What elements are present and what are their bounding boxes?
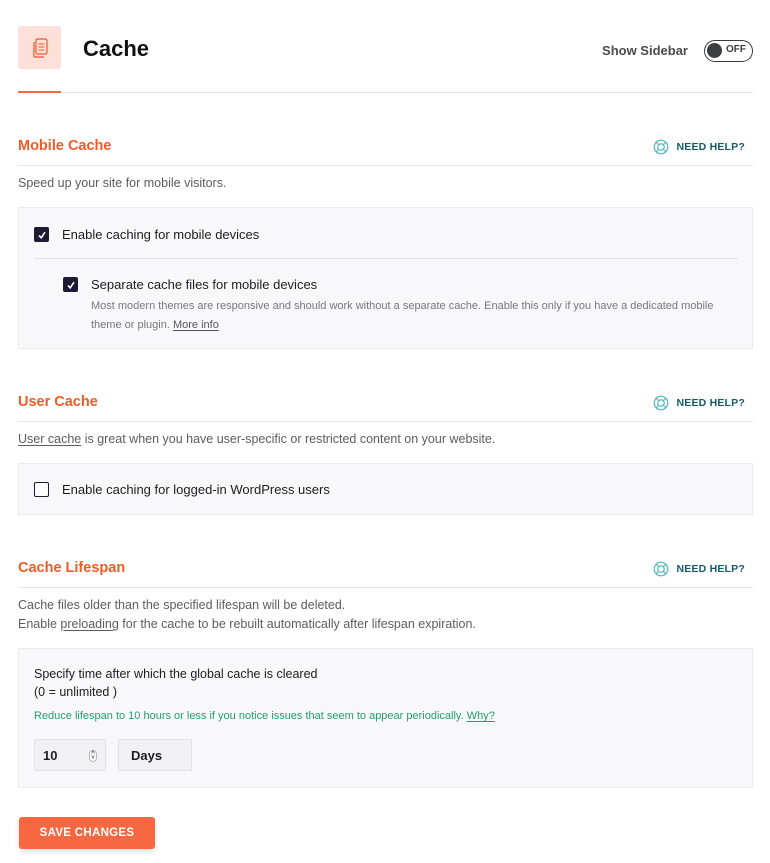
separate-cache-option[interactable]: Separate cache files for mobile devices [63, 277, 317, 292]
need-help-label: NEED HELP? [676, 563, 745, 575]
hint-text: Reduce lifespan to 10 hours or less if y… [34, 710, 464, 722]
input-value: 10 [43, 747, 58, 763]
separate-cache-description: Most modern themes are responsive and sh… [91, 297, 731, 335]
mobile-cache-panel: Enable caching for mobile devices Separa… [18, 207, 753, 349]
logged-in-caching-checkbox[interactable] [34, 482, 49, 497]
lifespan-field-label: Specify time after which the global cach… [34, 665, 317, 701]
show-sidebar-toggle[interactable]: OFF [704, 40, 753, 62]
description-text: is great when you have user-specific or … [81, 432, 496, 446]
why-link[interactable]: Why? [467, 710, 495, 722]
cache-page-icon [18, 26, 61, 69]
cache-lifespan-panel: Specify time after which the global cach… [18, 648, 753, 788]
cache-lifespan-description: Cache files older than the specified lif… [18, 596, 476, 634]
cache-lifespan-header: Cache Lifespan NEED HELP? [18, 560, 753, 588]
page-title: Cache [83, 36, 150, 61]
field-note-text: (0 = unlimited ) [34, 685, 118, 699]
description-line-2: Enable preloading for the cache to be re… [18, 615, 476, 634]
page-header: Cache Show Sidebar OFF [18, 26, 753, 93]
checkbox-label: Separate cache files for mobile devices [91, 277, 318, 292]
need-help-link[interactable]: NEED HELP? [653, 561, 745, 577]
need-help-label: NEED HELP? [676, 397, 745, 409]
divider [34, 258, 738, 259]
description-text: Enable [18, 617, 61, 631]
need-help-link[interactable]: NEED HELP? [653, 139, 745, 155]
logged-in-caching-option[interactable]: Enable caching for logged-in WordPress u… [34, 482, 330, 497]
mobile-caching-checkbox[interactable] [34, 227, 49, 242]
user-cache-header: User Cache NEED HELP? [18, 394, 753, 422]
toggle-knob [707, 43, 722, 58]
section-title: Cache Lifespan [18, 560, 126, 576]
user-cache-panel: Enable caching for logged-in WordPress u… [18, 463, 753, 515]
number-spinner-icon[interactable]: ˄ ˅ [89, 750, 97, 762]
toggle-state-text: OFF [726, 44, 746, 55]
field-label-text: Specify time after which the global cach… [34, 667, 318, 681]
lifebuoy-icon [654, 139, 669, 155]
checkbox-label: Enable caching for mobile devices [62, 227, 260, 242]
preloading-link[interactable]: preloading [60, 617, 118, 631]
lifebuoy-icon [654, 561, 669, 577]
checkmark-icon [37, 231, 46, 239]
need-help-label: NEED HELP? [676, 141, 745, 153]
document-copy-icon [32, 37, 48, 58]
save-changes-button[interactable]: SAVE CHANGES [19, 817, 155, 849]
checkbox-label: Enable caching for logged-in WordPress u… [62, 482, 330, 497]
lifebuoy-icon [654, 395, 669, 411]
description-line-1: Cache files older than the specified lif… [18, 598, 346, 612]
separate-cache-checkbox[interactable] [63, 277, 78, 292]
section-title: User Cache [18, 394, 98, 410]
show-sidebar-label: Show Sidebar [602, 43, 688, 58]
user-cache-description: User cache is great when you have user-s… [18, 430, 495, 449]
mobile-caching-option[interactable]: Enable caching for mobile devices [34, 227, 259, 242]
lifespan-hint: Reduce lifespan to 10 hours or less if y… [34, 710, 495, 722]
need-help-link[interactable]: NEED HELP? [653, 395, 745, 411]
more-info-link[interactable]: More info [173, 319, 219, 331]
mobile-cache-description: Speed up your site for mobile visitors. [18, 176, 227, 190]
lifespan-unit-select[interactable]: Days [118, 739, 192, 771]
mobile-cache-header: Mobile Cache NEED HELP? [18, 138, 753, 166]
lifespan-value-input[interactable]: 10 ˄ ˅ [34, 739, 106, 771]
checkmark-icon [66, 281, 75, 289]
user-cache-link[interactable]: User cache [18, 432, 81, 446]
description-text: for the cache to be rebuilt automaticall… [118, 617, 476, 631]
section-title: Mobile Cache [18, 138, 112, 154]
active-tab-underline [18, 91, 61, 93]
